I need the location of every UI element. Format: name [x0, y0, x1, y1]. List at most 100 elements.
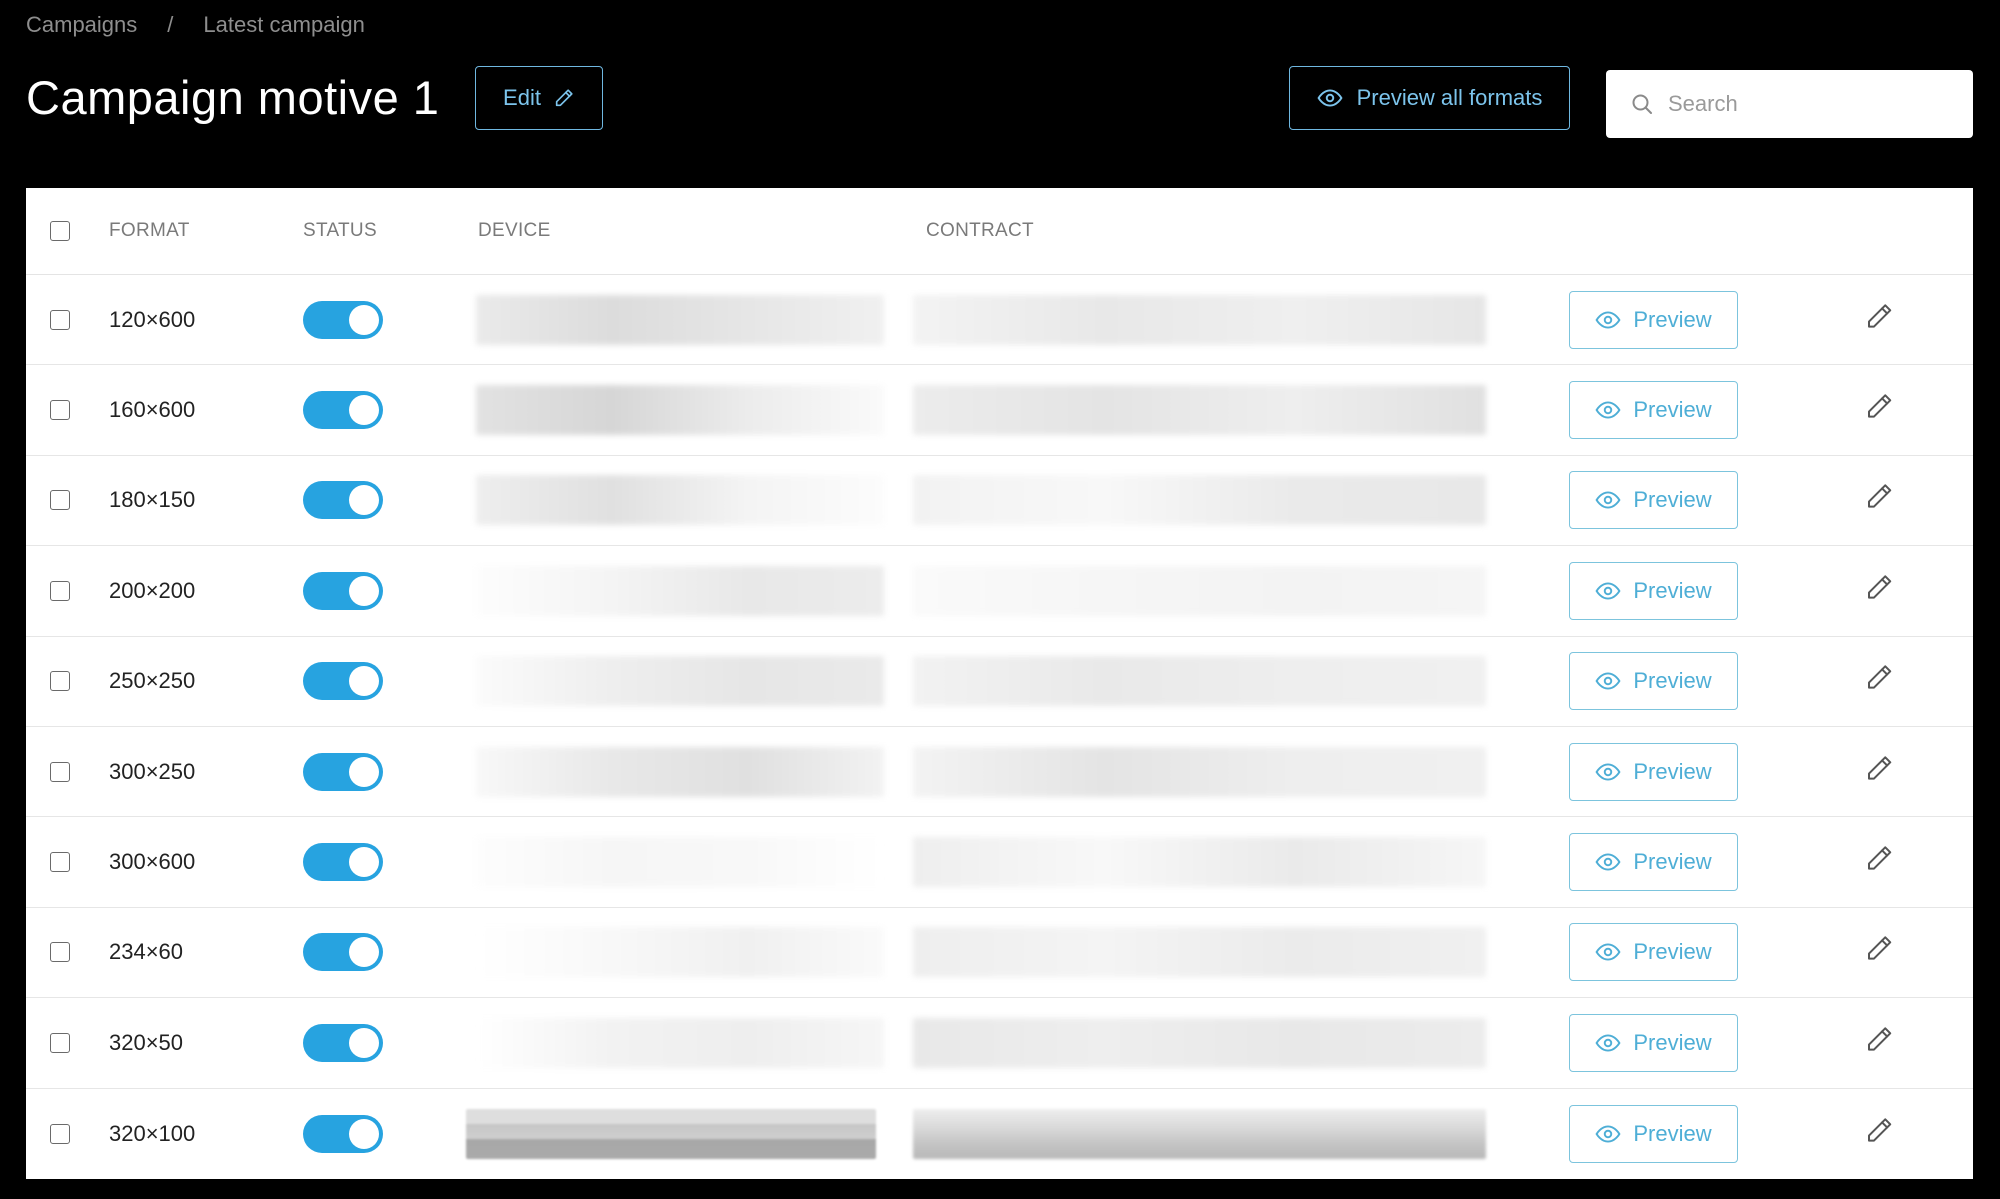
- toggle-knob: [349, 395, 379, 426]
- preview-button[interactable]: Preview: [1569, 652, 1738, 711]
- toggle-knob: [349, 756, 379, 787]
- preview-button[interactable]: Preview: [1569, 381, 1738, 440]
- format-cell: 180×150: [109, 487, 196, 513]
- preview-button-label: Preview: [1633, 849, 1712, 875]
- preview-button[interactable]: Preview: [1569, 1013, 1738, 1072]
- table-row: 320×50 Preview: [26, 998, 1973, 1089]
- preview-button-label: Preview: [1633, 668, 1712, 694]
- preview-button[interactable]: Preview: [1569, 833, 1738, 892]
- row-checkbox[interactable]: [50, 1123, 70, 1144]
- row-checkbox[interactable]: [50, 761, 70, 782]
- device-cell-redacted: [476, 294, 884, 345]
- column-header-format[interactable]: FORMAT: [109, 220, 190, 242]
- column-header-contract[interactable]: CONTRACT: [926, 220, 1034, 242]
- eye-icon: [1595, 668, 1621, 694]
- eye-icon: [1595, 849, 1621, 875]
- table-row: 300×250 Preview: [26, 727, 1973, 818]
- pencil-icon[interactable]: [1862, 480, 1896, 514]
- preview-button-label: Preview: [1633, 1029, 1712, 1055]
- preview-button[interactable]: Preview: [1569, 561, 1738, 620]
- status-toggle[interactable]: [303, 300, 383, 339]
- pencil-icon[interactable]: [1862, 932, 1896, 966]
- pencil-icon[interactable]: [1862, 1022, 1896, 1056]
- contract-cell-redacted: [913, 294, 1486, 345]
- column-header-status[interactable]: STATUS: [303, 220, 377, 242]
- table-row: 300×600 Preview: [26, 817, 1973, 908]
- search-icon: [1630, 92, 1654, 116]
- row-checkbox[interactable]: [50, 490, 70, 511]
- toggle-knob: [349, 666, 379, 697]
- format-cell: 250×250: [109, 668, 196, 694]
- breadcrumb-item-latest-campaign[interactable]: Latest campaign: [203, 12, 364, 38]
- format-cell: 160×600: [109, 397, 196, 423]
- pencil-icon[interactable]: [1862, 299, 1896, 333]
- search-box: [1606, 70, 1973, 138]
- row-checkbox[interactable]: [50, 852, 70, 873]
- table-header: FORMAT STATUS DEVICE CONTRACT: [26, 188, 1973, 275]
- pencil-icon[interactable]: [1862, 390, 1896, 424]
- table-body: 120×600 Preview 160×600 Preview 180×150 …: [26, 275, 1973, 1179]
- table-row: 160×600 Preview: [26, 365, 1973, 456]
- breadcrumb-separator: /: [167, 12, 174, 37]
- breadcrumb: Campaigns / Latest campaign: [26, 12, 365, 38]
- pencil-icon[interactable]: [1862, 751, 1896, 785]
- column-header-device[interactable]: DEVICE: [478, 220, 551, 242]
- pencil-icon[interactable]: [1862, 661, 1896, 695]
- format-cell: 320×100: [109, 1120, 196, 1146]
- device-cell-redacted: [476, 475, 884, 526]
- device-cell-redacted: [476, 927, 884, 978]
- edit-button-label: Edit: [503, 85, 541, 110]
- status-toggle[interactable]: [303, 752, 383, 791]
- row-checkbox[interactable]: [50, 671, 70, 692]
- device-cell-redacted: [476, 746, 884, 797]
- toggle-knob: [349, 304, 379, 335]
- status-toggle[interactable]: [303, 481, 383, 520]
- status-toggle[interactable]: [303, 1114, 383, 1153]
- status-toggle[interactable]: [303, 1023, 383, 1062]
- eye-icon: [1595, 939, 1621, 965]
- status-toggle[interactable]: [303, 571, 383, 610]
- eye-icon: [1595, 307, 1621, 333]
- device-cell-redacted: [476, 1017, 884, 1068]
- format-cell: 320×50: [109, 1029, 184, 1055]
- pencil-icon[interactable]: [1862, 570, 1896, 604]
- row-checkbox[interactable]: [50, 942, 70, 963]
- edit-campaign-button[interactable]: Edit: [475, 66, 603, 130]
- table-row: 250×250 Preview: [26, 637, 1973, 727]
- select-all-checkbox[interactable]: [50, 221, 70, 241]
- format-cell: 300×250: [109, 758, 196, 784]
- contract-cell-redacted: [913, 927, 1486, 978]
- status-toggle[interactable]: [303, 662, 383, 701]
- search-input[interactable]: [1668, 91, 1948, 117]
- preview-button[interactable]: Preview: [1569, 742, 1738, 801]
- row-checkbox[interactable]: [50, 309, 70, 330]
- preview-all-formats-button[interactable]: Preview all formats: [1289, 66, 1570, 130]
- pencil-icon[interactable]: [1862, 842, 1896, 876]
- eye-icon: [1595, 759, 1621, 785]
- eye-icon: [1595, 1030, 1621, 1056]
- eye-icon: [1317, 85, 1343, 111]
- status-toggle[interactable]: [303, 933, 383, 972]
- table-row: 234×60 Preview: [26, 908, 1973, 999]
- preview-button-label: Preview: [1633, 397, 1712, 423]
- device-cell-redacted: [476, 837, 884, 888]
- table-row: 120×600 Preview: [26, 275, 1973, 366]
- preview-button-label: Preview: [1633, 1120, 1712, 1146]
- preview-button[interactable]: Preview: [1569, 923, 1738, 982]
- preview-button-label: Preview: [1633, 487, 1712, 513]
- breadcrumb-item-campaigns[interactable]: Campaigns: [26, 12, 137, 38]
- contract-cell-redacted: [913, 1017, 1486, 1068]
- contract-cell-redacted: [913, 837, 1486, 888]
- row-checkbox[interactable]: [50, 400, 70, 421]
- row-checkbox[interactable]: [50, 1032, 70, 1053]
- row-checkbox[interactable]: [50, 580, 70, 601]
- preview-button[interactable]: Preview: [1569, 471, 1738, 530]
- status-toggle[interactable]: [303, 843, 383, 882]
- pencil-icon[interactable]: [1862, 1113, 1896, 1147]
- preview-button[interactable]: Preview: [1569, 290, 1738, 349]
- preview-button[interactable]: Preview: [1569, 1104, 1738, 1163]
- format-cell: 200×200: [109, 577, 196, 603]
- toggle-knob: [349, 1118, 379, 1149]
- status-toggle[interactable]: [303, 391, 383, 430]
- preview-button-label: Preview: [1633, 939, 1712, 965]
